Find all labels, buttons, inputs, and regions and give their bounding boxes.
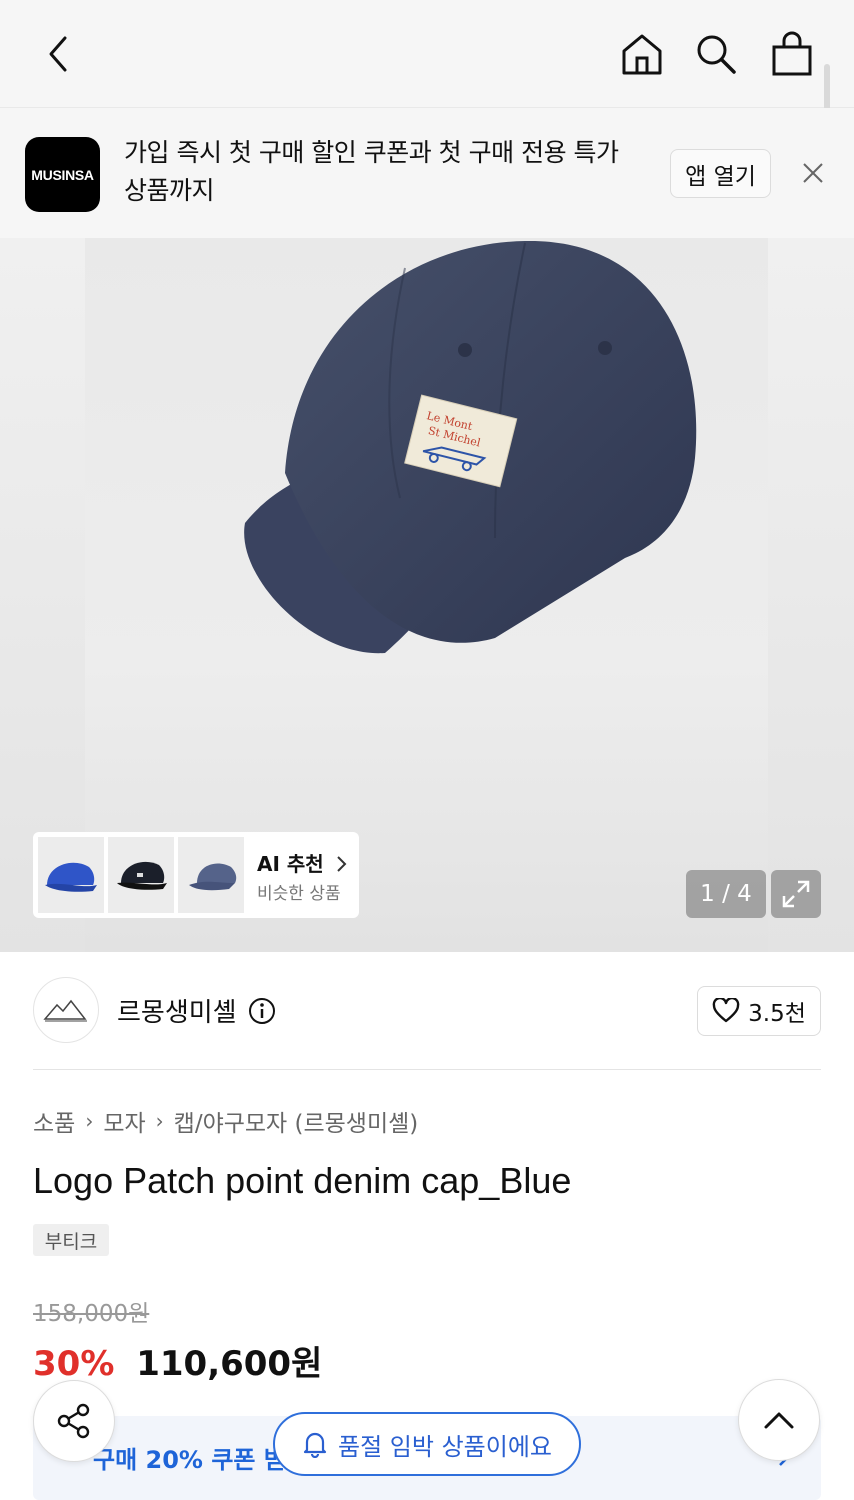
musinsa-logo: MUSINSA <box>25 137 100 212</box>
heart-icon <box>712 998 740 1023</box>
product-image-gallery[interactable]: Le Mont St Michel AI 추천 비슷한 상품 1 / 4 <box>0 238 854 952</box>
like-count: 3.5천 <box>748 1001 806 1027</box>
banner-message: 가입 즉시 첫 구매 할인 쿠폰과 첫 구매 전용 특가 상품까지 <box>124 138 619 205</box>
back-icon[interactable] <box>32 28 84 80</box>
soldout-notice-pill[interactable]: 품절 임박 상품이에요 <box>273 1412 581 1476</box>
similar-thumbnail[interactable] <box>178 837 244 913</box>
sale-price: 110,600원 <box>136 1344 323 1384</box>
ai-recommendation-card[interactable]: AI 추천 비슷한 상품 <box>33 832 359 918</box>
share-button[interactable] <box>33 1380 115 1462</box>
breadcrumb-item[interactable]: 모자 <box>103 1104 145 1138</box>
original-price: 158,000원 <box>33 1301 150 1327</box>
denim-cap-image: Le Mont St Michel <box>244 240 697 654</box>
discount-rate: 30% <box>33 1344 115 1384</box>
expand-icon[interactable] <box>771 870 821 918</box>
info-icon[interactable] <box>248 997 276 1029</box>
close-icon[interactable] <box>800 160 826 186</box>
similar-thumbnail[interactable] <box>38 837 104 913</box>
brand-logo[interactable] <box>33 977 99 1043</box>
breadcrumb: 소품 › 모자 › 캡/야구모자 (르몽생미셸) <box>33 1104 418 1138</box>
chevron-up-icon <box>764 1412 794 1429</box>
breadcrumb-item[interactable]: 캡/야구모자 (르몽생미셸) <box>174 1104 419 1138</box>
product-title: Logo Patch point denim cap_Blue <box>33 1160 572 1201</box>
home-icon[interactable] <box>616 28 668 80</box>
chevron-right-icon: › <box>85 1109 94 1133</box>
bell-icon <box>303 1432 327 1458</box>
soldout-notice-text: 품절 임박 상품이에요 <box>338 1432 552 1461</box>
similar-thumbnail[interactable] <box>108 837 174 913</box>
image-counter: 1 / 4 <box>686 870 766 918</box>
boutique-tag: 부티크 <box>33 1224 109 1256</box>
chevron-right-icon <box>336 856 347 872</box>
coupon-text: 구매 20% 쿠폰 받 <box>93 1446 286 1474</box>
open-app-button[interactable]: 앱 열기 <box>670 149 771 198</box>
ai-recommend-title: AI 추천 <box>257 848 347 877</box>
top-nav-bar <box>0 0 854 108</box>
search-icon[interactable] <box>690 28 742 80</box>
scroll-top-button[interactable] <box>738 1379 820 1461</box>
brand-name[interactable]: 르몽생미셸 <box>117 992 237 1029</box>
chevron-right-icon: › <box>155 1109 164 1133</box>
divider <box>33 1069 821 1070</box>
app-install-banner: MUSINSA 가입 즉시 첫 구매 할인 쿠폰과 첫 구매 전용 특가 상품까… <box>0 108 854 238</box>
share-icon <box>57 1403 90 1439</box>
price-row: 30% 110,600원 <box>33 1336 322 1385</box>
ai-recommend-subtitle: 비슷한 상품 <box>257 884 341 904</box>
breadcrumb-item[interactable]: 소품 <box>33 1104 75 1138</box>
brand-row: 르몽생미셸 3.5천 <box>0 952 854 1070</box>
like-button[interactable]: 3.5천 <box>697 986 821 1036</box>
shopping-bag-icon[interactable] <box>766 28 818 80</box>
